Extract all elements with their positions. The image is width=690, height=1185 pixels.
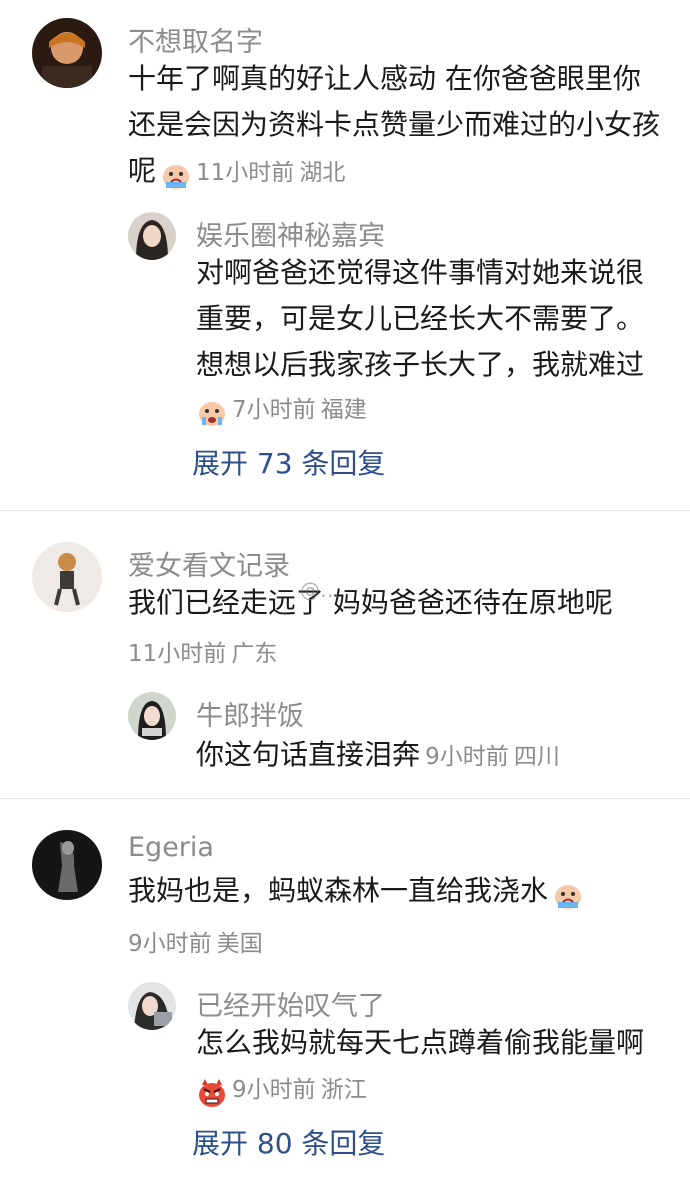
reply-body: 你这句话直接泪奔 9小时前 四川 xyxy=(196,732,560,778)
reply-avatar[interactable] xyxy=(128,692,176,740)
comment-body: 我妈也是，蚂蚁森林一直给我浇水 xyxy=(128,868,588,914)
reply-time: 9小时前 xyxy=(425,744,509,770)
expand-replies-button[interactable]: 展开 80 条回复 xyxy=(192,1122,385,1162)
reply-meta: 7小时前 福建 xyxy=(196,390,367,429)
reply-text-line: 你这句话直接泪奔 xyxy=(196,738,421,771)
comment-location: 湖北 xyxy=(299,160,346,186)
reply-avatar[interactable] xyxy=(128,212,176,260)
reply-username[interactable]: 娱乐圈神秘嘉宾 xyxy=(196,214,385,253)
watermark: @… xyxy=(300,578,340,602)
comment-location: 广东 xyxy=(231,641,278,667)
comment-text-line: 还是会因为资料卡点赞量少而难过的小女孩 xyxy=(128,108,661,141)
reply-meta: 9小时前 浙江 xyxy=(196,1070,367,1109)
reply-text-line: 对啊爸爸还觉得这件事情对她来说很 xyxy=(196,256,645,289)
comment-time: 11小时前 xyxy=(128,641,227,667)
expand-replies-button[interactable]: 展开 73 条回复 xyxy=(192,442,385,482)
comment-text-line: 我妈也是，蚂蚁森林一直给我浇水 xyxy=(128,874,549,907)
avatar-image xyxy=(128,212,176,260)
reply-avatar[interactable] xyxy=(128,982,176,1030)
comment-text-line: 十年了啊真的好让人感动 在你爸爸眼里你 xyxy=(128,62,641,95)
avatar-image xyxy=(128,692,176,740)
avatar-image xyxy=(128,982,176,1030)
reply-text-line: 怎么我妈就每天七点蹲着偷我能量啊 xyxy=(196,1026,645,1059)
reply-username[interactable]: 已经开始叹气了 xyxy=(196,984,385,1023)
comment-time: 9小时前 xyxy=(128,931,212,957)
reply-text-line: 想想以后我家孩子长大了，我就难过 xyxy=(196,348,645,381)
crying-face-emoji-icon xyxy=(160,160,192,192)
reply-time: 7小时前 xyxy=(232,397,316,423)
reply-location: 浙江 xyxy=(320,1077,367,1103)
comment-text-line: 我们已经走远了 妈妈爸爸还待在原地呢 xyxy=(128,586,613,619)
avatar-image xyxy=(32,830,102,900)
comment-last-line: 呢 11小时前 湖北 xyxy=(128,148,345,194)
comment-username[interactable]: 不想取名字 xyxy=(128,20,263,59)
crying-face-emoji-icon xyxy=(196,397,228,429)
comment-username[interactable]: 爱女看文记录 xyxy=(128,544,290,583)
comment-meta: 9小时前 美国 xyxy=(128,924,263,958)
comment-location: 美国 xyxy=(216,931,263,957)
reply-time: 9小时前 xyxy=(232,1077,316,1103)
angry-face-emoji-icon xyxy=(196,1077,228,1109)
comment-meta: 11小时前 广东 xyxy=(128,634,277,668)
crying-face-emoji-icon xyxy=(552,880,584,912)
avatar[interactable] xyxy=(32,830,102,900)
divider xyxy=(0,510,690,511)
avatar[interactable] xyxy=(32,18,102,88)
reply-location: 福建 xyxy=(320,397,367,423)
reply-text-line: 重要，可是女儿已经长大不需要了。 xyxy=(196,302,645,335)
avatar-image xyxy=(32,542,102,612)
divider xyxy=(0,798,690,799)
comment-text-line: 呢 xyxy=(128,154,157,187)
comment-username[interactable]: Egeria xyxy=(128,832,214,863)
avatar-image xyxy=(32,18,102,88)
avatar[interactable] xyxy=(32,542,102,612)
reply-username[interactable]: 牛郎拌饭 xyxy=(196,694,304,733)
reply-location: 四川 xyxy=(513,744,560,770)
comment-time: 11小时前 xyxy=(196,160,295,186)
